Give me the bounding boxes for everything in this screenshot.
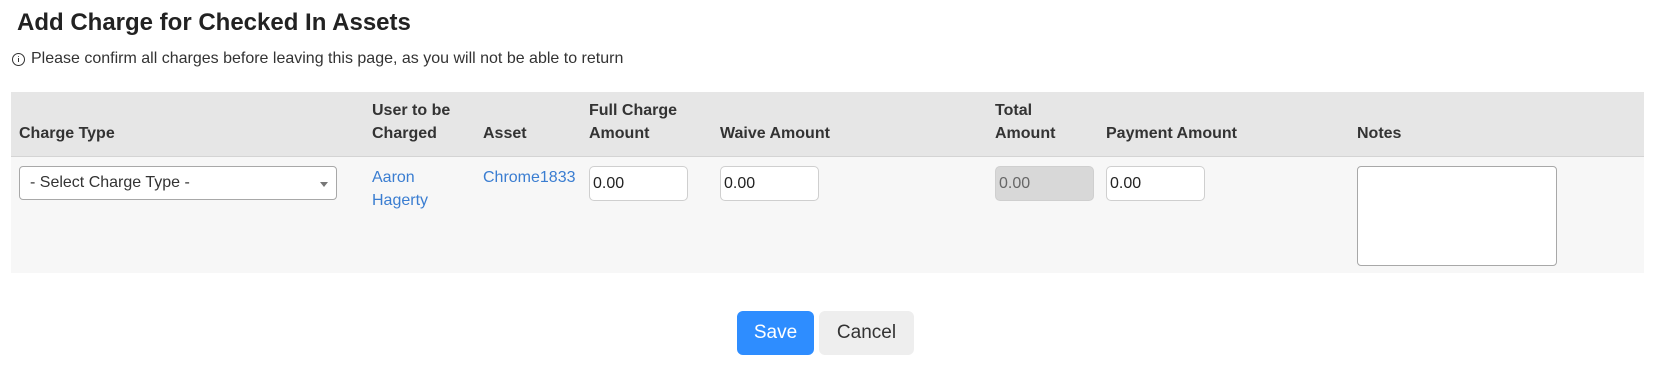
header-user: User to be Charged [372,102,451,142]
total-amount-field [995,166,1094,201]
header-asset: Asset [483,125,527,142]
charge-type-select[interactable]: - Select Charge Type - [19,166,337,200]
header-payment: Payment Amount [1106,125,1237,142]
payment-amount-input[interactable] [1106,166,1205,201]
waive-amount-input[interactable] [720,166,819,201]
info-icon [12,52,25,66]
header-full-charge: Full Charge Amount [589,102,678,142]
notes-textarea[interactable] [1357,166,1557,266]
full-charge-input[interactable] [589,166,688,201]
confirm-notice: Please confirm all charges before leavin… [12,50,623,68]
chevron-down-icon [320,182,328,187]
charges-table: Charge Type User to be Charged Asset Ful… [11,92,1644,273]
save-button[interactable]: Save [737,311,814,355]
cancel-button[interactable]: Cancel [819,311,914,355]
table-header: Charge Type User to be Charged Asset Ful… [11,92,1644,157]
asset-link[interactable]: Chrome1833 [483,166,576,189]
header-total: Total Amount [995,102,1056,142]
charge-type-selected: - Select Charge Type - [30,174,190,191]
header-charge-type: Charge Type [19,125,115,142]
user-link[interactable]: Aaron Hagerty [372,166,442,212]
header-waive: Waive Amount [720,125,830,142]
page-title: Add Charge for Checked In Assets [17,9,411,36]
notice-text: Please confirm all charges before leavin… [31,50,624,67]
table-row: - Select Charge Type - Aaron Hagerty Chr… [11,157,1644,273]
header-notes: Notes [1357,125,1402,142]
